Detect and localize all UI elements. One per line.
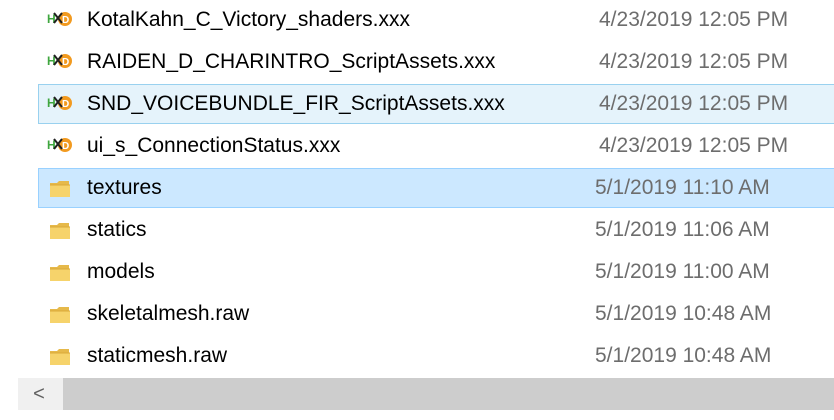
folder-icon	[47, 260, 73, 286]
file-name: ui_s_ConnectionStatus.xxx	[87, 134, 341, 157]
navigation-pane-edge	[0, 0, 18, 420]
file-name: SND_VOICEBUNDLE_FIR_ScriptAssets.xxx	[87, 92, 505, 115]
folder-icon	[47, 218, 73, 244]
file-row-raiden-scriptassets[interactable]: H D RAIDEN_D_CHARINTRO_ScriptAssets.xxx …	[38, 42, 834, 82]
folder-name: statics	[87, 218, 147, 241]
svg-text:D: D	[62, 141, 69, 152]
folder-row-models[interactable]: models 5/1/2019 11:00 AM	[38, 252, 834, 292]
folder-row-skeletalmesh[interactable]: skeletalmesh.raw 5/1/2019 10:48 AM	[38, 294, 834, 334]
file-row-ui-connectionstatus[interactable]: H D ui_s_ConnectionStatus.xxx 4/23/2019 …	[38, 126, 834, 166]
file-date: 4/23/2019 12:05 PM	[599, 50, 789, 73]
svg-text:D: D	[62, 99, 69, 110]
folder-row-textures[interactable]: textures 5/1/2019 11:10 AM	[38, 168, 834, 208]
folder-name: staticmesh.raw	[87, 344, 228, 367]
chevron-left-icon: <	[33, 382, 45, 405]
folder-row-staticmesh[interactable]: staticmesh.raw 5/1/2019 10:48 AM	[38, 336, 834, 376]
svg-text:D: D	[62, 57, 69, 68]
bottom-edge	[0, 410, 834, 420]
folder-icon	[47, 344, 73, 370]
file-explorer-view: H D KotalKahn_C_Victory_shaders.xxx 4/23…	[0, 0, 834, 420]
folder-name: skeletalmesh.raw	[87, 302, 250, 325]
scrollbar-thumb[interactable]	[63, 378, 834, 410]
file-date: 5/1/2019 10:48 AM	[595, 302, 772, 325]
hxd-file-icon: H D	[47, 50, 73, 76]
folder-name: models	[87, 260, 155, 283]
file-date: 5/1/2019 11:00 AM	[595, 260, 770, 283]
hxd-file-icon: H D	[47, 92, 73, 118]
file-date: 5/1/2019 11:10 AM	[595, 176, 770, 199]
file-date: 5/1/2019 10:48 AM	[595, 344, 772, 367]
hxd-file-icon: H D	[47, 134, 73, 160]
scroll-left-button[interactable]: <	[18, 378, 60, 410]
folder-icon	[47, 302, 73, 328]
horizontal-scrollbar[interactable]: <	[18, 378, 834, 410]
svg-text:D: D	[62, 15, 69, 26]
file-name: RAIDEN_D_CHARINTRO_ScriptAssets.xxx	[87, 50, 496, 73]
file-date: 4/23/2019 12:05 PM	[599, 92, 789, 115]
folder-icon	[47, 176, 73, 202]
file-row-kotalkahn-shaders[interactable]: H D KotalKahn_C_Victory_shaders.xxx 4/23…	[38, 0, 834, 40]
hxd-file-icon: H D	[47, 8, 73, 34]
file-list: H D KotalKahn_C_Victory_shaders.xxx 4/23…	[18, 0, 834, 378]
file-date: 5/1/2019 11:06 AM	[595, 218, 770, 241]
file-name: KotalKahn_C_Victory_shaders.xxx	[87, 8, 410, 31]
file-date: 4/23/2019 12:05 PM	[599, 8, 789, 31]
file-row-snd-voicebundle[interactable]: H D SND_VOICEBUNDLE_FIR_ScriptAssets.xxx…	[38, 84, 834, 124]
file-date: 4/23/2019 12:05 PM	[599, 134, 789, 157]
folder-name: textures	[87, 176, 162, 199]
folder-row-statics[interactable]: statics 5/1/2019 11:06 AM	[38, 210, 834, 250]
